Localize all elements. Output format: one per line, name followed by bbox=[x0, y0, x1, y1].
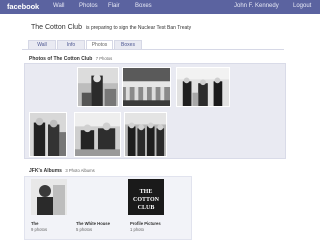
photos-section-title: Photos of The Cotton Club 7 Photos bbox=[29, 56, 112, 62]
album-cover[interactable] bbox=[78, 179, 114, 215]
album-photo-count: 9 photos bbox=[31, 227, 48, 232]
nav-flair[interactable]: Flair bbox=[108, 3, 120, 9]
album-cover[interactable]: THE COTTON CLUB bbox=[128, 179, 164, 215]
album-title[interactable]: The bbox=[31, 221, 38, 226]
photo-thumbnail[interactable] bbox=[77, 67, 119, 107]
tab-boxes[interactable]: Boxes bbox=[114, 40, 142, 49]
photo-thumbnail[interactable] bbox=[74, 112, 121, 157]
facebook-logo[interactable]: facebook bbox=[7, 2, 39, 11]
photos-title: Photos of The Cotton Club bbox=[29, 56, 93, 62]
photos-count: 7 Photos bbox=[95, 56, 113, 61]
profile-heading: The Cotton Club is preparing to sign the… bbox=[31, 24, 191, 31]
nav-boxes[interactable]: Boxes bbox=[135, 3, 152, 9]
tab-info[interactable]: Info bbox=[57, 40, 85, 49]
photos-grid bbox=[24, 63, 286, 159]
album-photo-count: 5 photos bbox=[76, 227, 93, 232]
top-navigation-bar: facebook Wall Photos Flair Boxes John F.… bbox=[0, 0, 320, 14]
album-photo-count: 1 photo bbox=[130, 227, 144, 232]
profile-name[interactable]: The Cotton Club bbox=[31, 24, 82, 31]
album-cover[interactable] bbox=[31, 179, 67, 215]
albums-section-title: JFK's Albums 3 Photo Albums bbox=[29, 168, 95, 174]
photo-thumbnail[interactable] bbox=[176, 67, 230, 107]
album-cover-text-line-2: COTTON bbox=[133, 197, 160, 203]
tab-photos[interactable]: Photos bbox=[86, 40, 113, 49]
album-cover-text-line-1: THE bbox=[140, 189, 153, 195]
album-cover-text-line-3: CLUB bbox=[138, 205, 155, 211]
nav-wall[interactable]: Wall bbox=[53, 3, 64, 9]
photo-thumbnail[interactable] bbox=[124, 112, 167, 157]
profile-status: is preparing to sign the Nuclear Test Ba… bbox=[85, 25, 192, 31]
profile-tabs: Wall Info Photos Boxes bbox=[28, 40, 142, 49]
albums-grid: THE COTTON CLUB The 9 photos The White H… bbox=[24, 176, 192, 240]
tab-wall[interactable]: Wall bbox=[28, 40, 56, 49]
album-title[interactable]: The White House bbox=[76, 221, 110, 226]
photo-thumbnail[interactable] bbox=[29, 112, 67, 157]
albums-title: JFK's Albums bbox=[29, 168, 62, 174]
nav-photos[interactable]: Photos bbox=[79, 3, 98, 9]
album-title[interactable]: Profile Pictures bbox=[130, 221, 161, 226]
albums-count: 3 Photo Albums bbox=[65, 168, 95, 173]
nav-user-name[interactable]: John F. Kennedy bbox=[234, 3, 279, 9]
tabs-divider bbox=[22, 49, 284, 50]
logout-link[interactable]: Logout bbox=[293, 3, 311, 9]
photo-thumbnail[interactable] bbox=[122, 67, 171, 107]
